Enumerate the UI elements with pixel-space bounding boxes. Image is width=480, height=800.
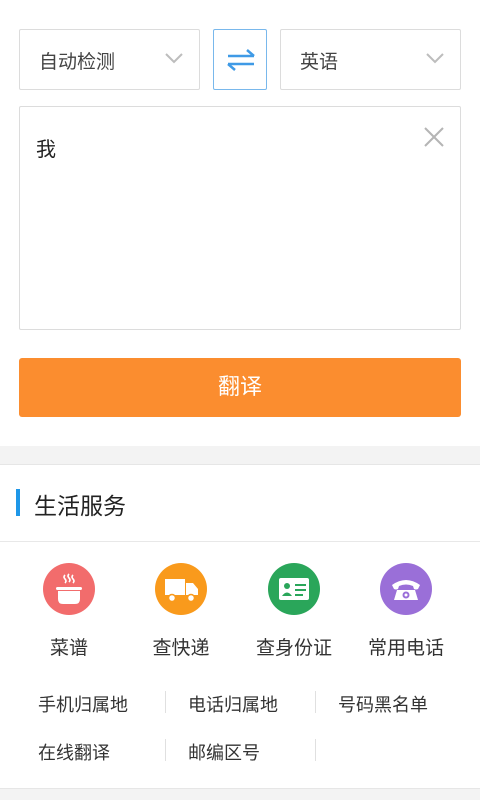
chevron-down-icon (165, 53, 183, 64)
link-mobile-location[interactable]: 手机归属地 (38, 691, 128, 717)
life-services-section: 生活服务 菜谱 查快递 查身份证 常用电话 手机归属地 电话归属地 号码黑名单 … (0, 464, 480, 788)
section-header: 生活服务 (0, 465, 480, 542)
delivery-truck-icon (155, 563, 207, 615)
link-postal-area-code[interactable]: 邮编区号 (188, 739, 260, 765)
service-phone[interactable]: 常用电话 (350, 563, 462, 660)
translation-input[interactable]: 我 (19, 106, 461, 330)
source-language-label: 自动检测 (39, 51, 116, 73)
translate-button[interactable]: 翻译 (19, 358, 461, 417)
chevron-down-icon (426, 53, 444, 64)
bottom-strip (0, 788, 480, 800)
target-language-select[interactable]: 英语 (280, 29, 461, 90)
link-online-translate[interactable]: 在线翻译 (38, 739, 110, 765)
service-label: 菜谱 (49, 637, 88, 659)
target-language-label: 英语 (300, 51, 339, 73)
input-text: 我 (36, 137, 56, 161)
service-id-card[interactable]: 查身份证 (238, 563, 350, 660)
link-number-blacklist[interactable]: 号码黑名单 (338, 691, 428, 717)
divider (315, 739, 316, 761)
link-phone-location[interactable]: 电话归属地 (188, 691, 278, 717)
close-icon[interactable] (422, 125, 446, 149)
source-language-select[interactable]: 自动检测 (19, 29, 200, 90)
section-title: 生活服务 (34, 494, 126, 520)
service-label: 查身份证 (255, 637, 332, 659)
swap-arrows-icon (227, 49, 255, 71)
service-label: 查快递 (152, 637, 210, 659)
divider (165, 739, 166, 761)
translator-panel: 自动检测 英语 我 翻译 (0, 0, 480, 446)
divider (315, 691, 316, 713)
service-recipes[interactable]: 菜谱 (13, 563, 125, 660)
cooking-pot-icon (43, 563, 95, 615)
id-card-icon (268, 563, 320, 615)
service-label: 常用电话 (367, 637, 444, 659)
divider (165, 691, 166, 713)
section-accent-bar (16, 489, 20, 516)
telephone-icon (380, 563, 432, 615)
service-express[interactable]: 查快递 (125, 563, 237, 660)
swap-languages-button[interactable] (213, 29, 267, 90)
